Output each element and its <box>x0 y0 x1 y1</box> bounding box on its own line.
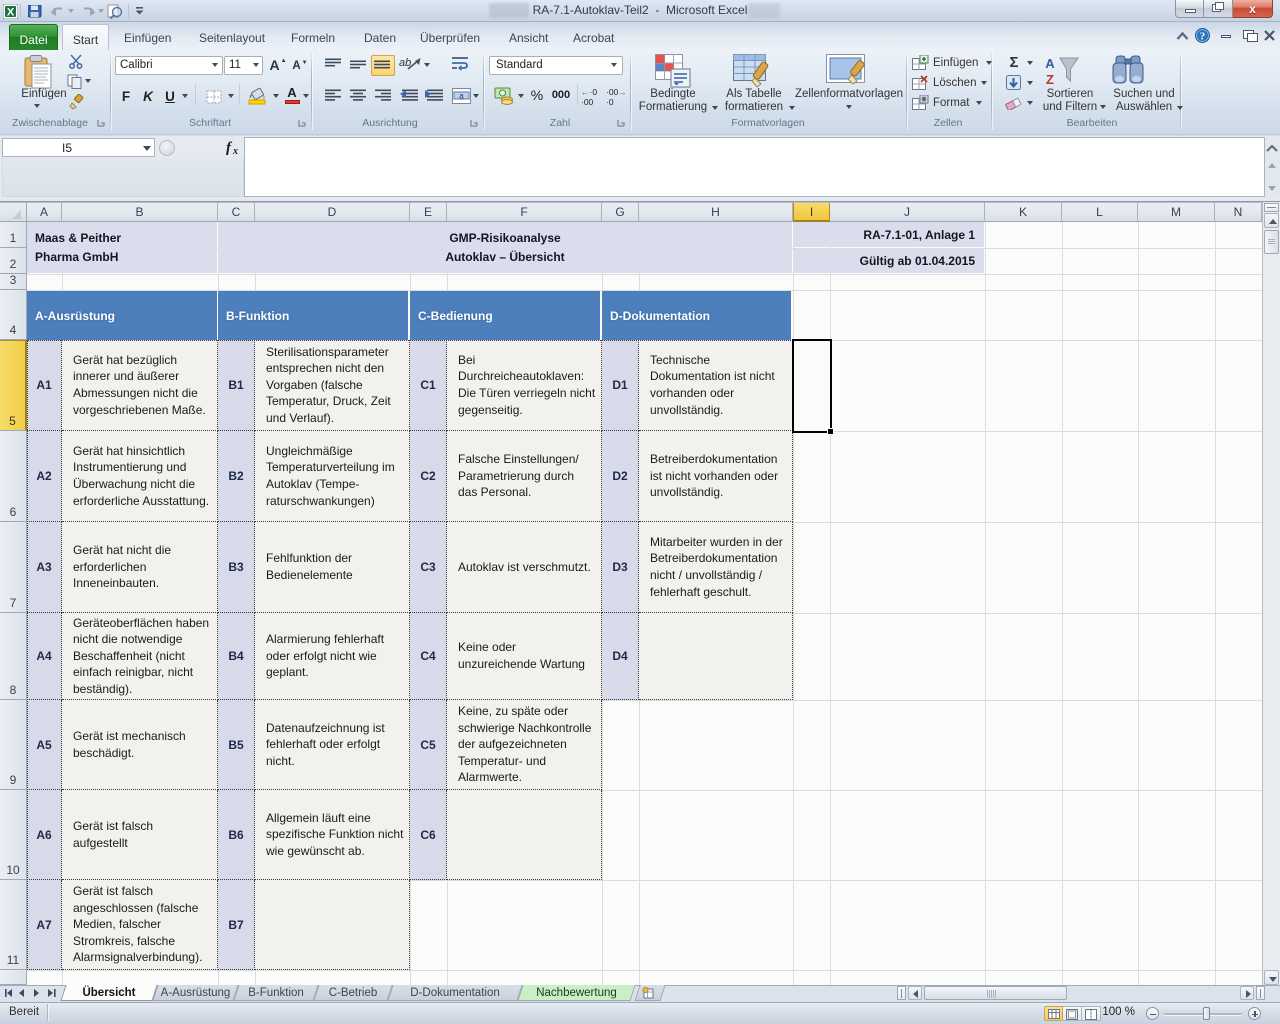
svg-text:X: X <box>7 7 15 19</box>
svg-text:A: A <box>1045 56 1055 71</box>
svg-text:a: a <box>459 92 464 101</box>
svg-text:Z: Z <box>1046 72 1054 87</box>
svg-text:?: ? <box>1200 31 1206 43</box>
svg-text:f: f <box>226 140 233 156</box>
svg-text:x: x <box>232 146 238 156</box>
